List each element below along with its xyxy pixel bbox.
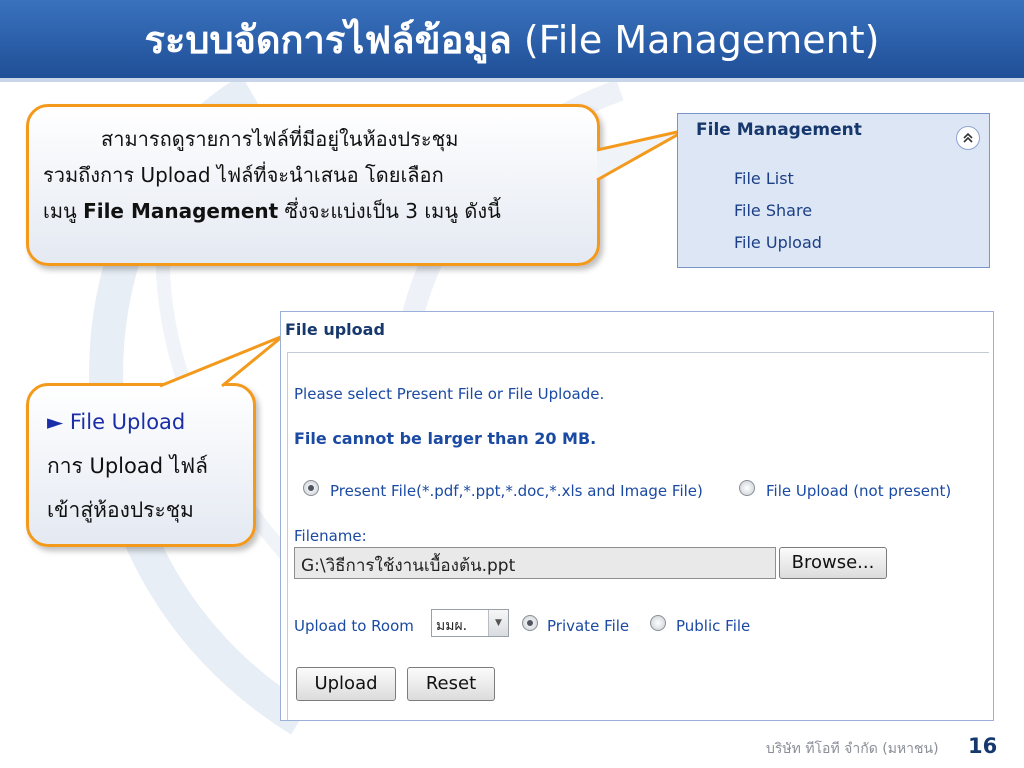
menu-item-file-list[interactable]: File List — [734, 169, 794, 188]
file-upload-not-present-radio[interactable] — [739, 480, 755, 496]
callout-file-management: สามารถดูรายการไฟล์ที่มีอยู่ในห้องประชุม … — [26, 104, 600, 266]
slide-title-english: (File Management) — [523, 17, 880, 62]
double-chevron-up-icon[interactable] — [956, 126, 980, 150]
callout-left-line2: การ Upload ไฟล์ — [47, 454, 209, 478]
callout-left-heading: File Upload — [69, 410, 186, 434]
company-footer: บริษัท ทีโอที จำกัด (มหาชน) — [766, 741, 939, 757]
size-limit-notice: File cannot be larger than 20 MB. — [294, 429, 597, 448]
callout-file-upload: ► File Upload การ Upload ไฟล์ เข้าสู่ห้อ… — [26, 383, 256, 547]
upload-instruction: Please select Present File or File Uploa… — [294, 385, 605, 403]
file-upload-not-present-label[interactable]: File Upload (not present) — [766, 482, 951, 500]
callout-top-line3-suffix: ซึ่งจะแบ่งเป็น 3 เมนู ดังนี้ — [284, 199, 501, 223]
present-file-radio[interactable] — [303, 480, 319, 496]
file-upload-form: Please select Present File or File Uploa… — [287, 352, 989, 720]
callout-top-line3: เมนู File Management ซึ่งจะแบ่งเป็น 3 เม… — [43, 193, 583, 229]
menu-item-file-share[interactable]: File Share — [734, 201, 812, 220]
slide-title: ระบบจัดการไฟล์ข้อมูล (File Management) — [145, 9, 880, 70]
collapse-chevron-icon — [963, 132, 973, 143]
private-file-radio[interactable] — [522, 615, 538, 631]
triangle-marker-icon: ► — [47, 410, 64, 434]
slide-title-thai: ระบบจัดการไฟล์ข้อมูล — [144, 17, 512, 62]
reset-button[interactable]: Reset — [407, 667, 495, 701]
page-number: 16 — [968, 734, 998, 758]
file-management-heading: File Management — [696, 120, 862, 140]
callout-top-menu-name: File Management — [83, 199, 279, 223]
callout-left-line3: เข้าสู่ห้องประชุม — [47, 498, 194, 522]
callout-top-line3-prefix: เมนู — [43, 199, 77, 223]
chevron-down-icon[interactable]: ▼ — [488, 610, 508, 636]
callout-top-line2: รวมถึงการ Upload ไฟล์ที่จะนำเสนอ โดยเลือ… — [43, 163, 444, 187]
public-file-radio[interactable] — [650, 615, 666, 631]
file-upload-heading: File upload — [285, 320, 385, 339]
upload-button[interactable]: Upload — [296, 667, 396, 701]
callout-left-title: ► File Upload — [47, 400, 253, 444]
present-file-label[interactable]: Present File(*.pdf,*.ppt,*.doc,*.xls and… — [330, 482, 703, 500]
file-upload-panel: File upload Please select Present File o… — [280, 311, 994, 721]
room-select-value: มมผ. — [436, 618, 468, 634]
private-file-label[interactable]: Private File — [547, 617, 629, 635]
menu-item-file-upload[interactable]: File Upload — [734, 233, 822, 252]
slide-title-bar: ระบบจัดการไฟล์ข้อมูล (File Management) — [0, 0, 1024, 82]
public-file-label[interactable]: Public File — [676, 617, 750, 635]
file-management-panel: File Management File List File Share Fil… — [677, 113, 990, 268]
room-select[interactable]: มมผ. ▼ — [431, 609, 509, 637]
callout-top-line1: สามารถดูรายการไฟล์ที่มีอยู่ในห้องประชุม — [101, 127, 459, 151]
upload-to-room-label: Upload to Room — [294, 617, 414, 635]
browse-button[interactable]: Browse... — [779, 547, 887, 579]
filename-label: Filename: — [294, 527, 367, 545]
filename-field[interactable]: G:\วิธีการใช้งานเบื้องต้น.ppt — [294, 547, 776, 579]
